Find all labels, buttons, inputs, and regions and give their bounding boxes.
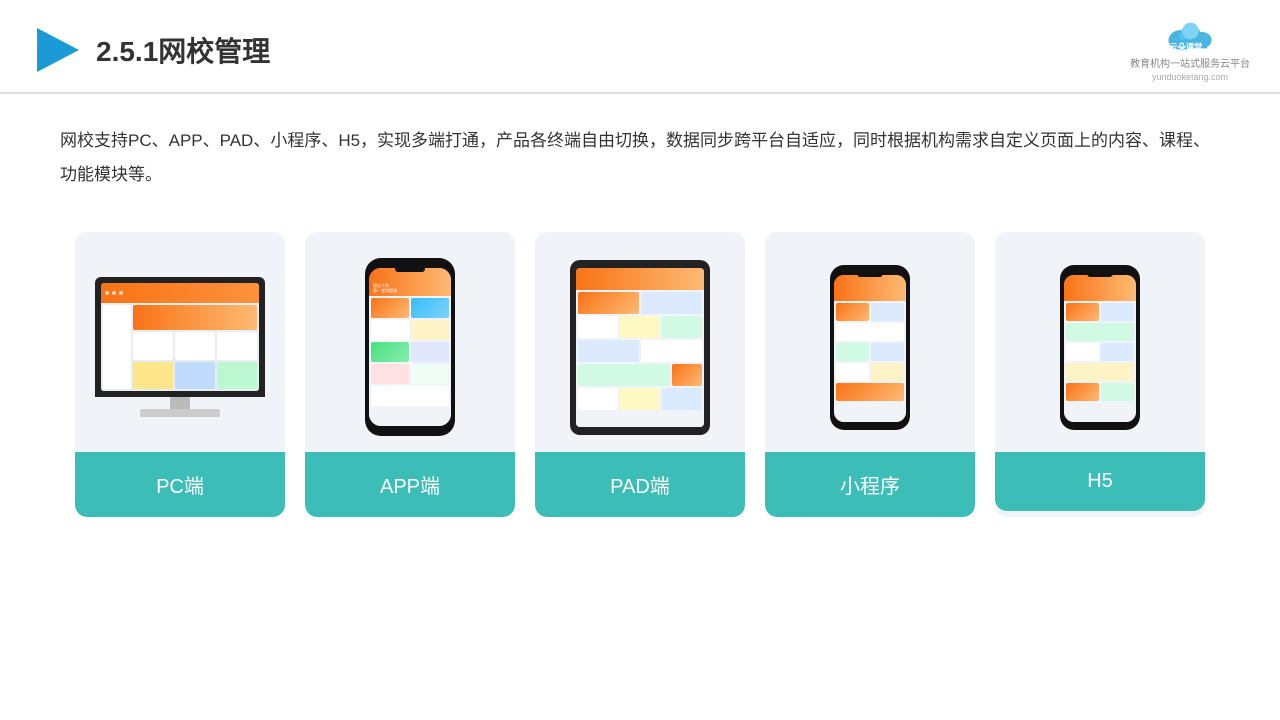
card-miniapp-image [765, 232, 975, 452]
phone-mini-miniapp [830, 265, 910, 430]
logo-icon: 云朵课堂 [1163, 18, 1218, 53]
description-text: 网校支持PC、APP、PAD、小程序、H5，实现多端打通，产品各终端自由切换，数… [0, 94, 1280, 202]
card-pc-image [75, 232, 285, 452]
pc-monitor [95, 277, 265, 417]
header-left: 2.5.1网校管理 [30, 25, 270, 75]
card-h5-label: H5 [995, 452, 1205, 511]
card-pc: PC端 [75, 232, 285, 517]
card-pad-image [535, 232, 745, 452]
logo-tagline: 教育机构一站式服务云平台 [1130, 55, 1250, 70]
card-h5-image [995, 232, 1205, 452]
logo: 云朵课堂 教育机构一站式服务云平台 yunduoketang.com [1130, 18, 1250, 82]
header: 2.5.1网校管理 云朵课堂 教育机构一站式服务云平台 yunduoketang… [0, 0, 1280, 94]
logo-url: yunduoketang.com [1152, 72, 1228, 82]
card-app: 职达人的第一堂判提课 [305, 232, 515, 517]
tablet-mockup [570, 260, 710, 435]
cards-container: PC端 职达人的第一堂判提课 [0, 212, 1280, 547]
card-miniapp-label: 小程序 [765, 452, 975, 517]
card-app-label: APP端 [305, 452, 515, 517]
card-h5: H5 [995, 232, 1205, 517]
phone-mini-h5 [1060, 265, 1140, 430]
play-icon [30, 25, 80, 75]
svg-text:云朵课堂: 云朵课堂 [1169, 42, 1202, 52]
card-pad-label: PAD端 [535, 452, 745, 517]
description-paragraph: 网校支持PC、APP、PAD、小程序、H5，实现多端打通，产品各终端自由切换，数… [60, 124, 1220, 192]
page-title: 2.5.1网校管理 [96, 30, 270, 70]
card-pc-label: PC端 [75, 452, 285, 517]
card-miniapp: 小程序 [765, 232, 975, 517]
card-pad: PAD端 [535, 232, 745, 517]
phone-mockup-app: 职达人的第一堂判提课 [365, 258, 455, 436]
card-app-image: 职达人的第一堂判提课 [305, 232, 515, 452]
